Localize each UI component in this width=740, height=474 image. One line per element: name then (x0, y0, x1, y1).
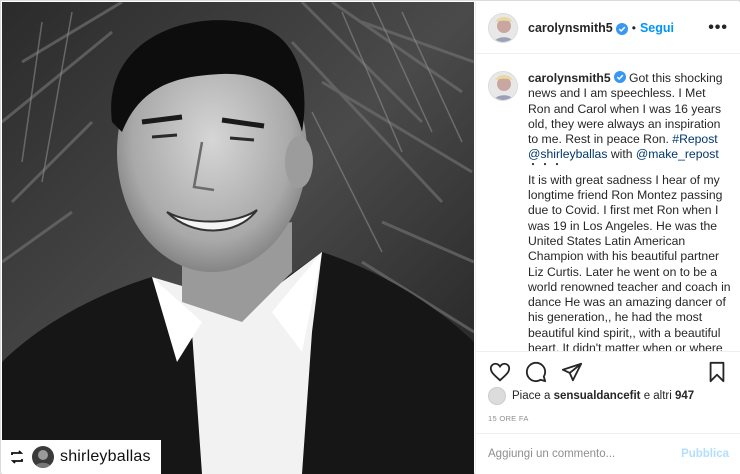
separator-dot: • (631, 20, 636, 35)
caption-dots: ・・・ (528, 159, 564, 171)
bookmark-icon[interactable] (705, 360, 729, 384)
caption-verified-icon (613, 71, 626, 83)
comment-icon[interactable] (524, 360, 548, 384)
repost-badge: shirleyballas (2, 440, 161, 474)
post-photo[interactable]: shirleyballas (2, 2, 474, 474)
caption-row: carolynsmith5 Got this shocking news and… (488, 71, 729, 163)
repost-icon (8, 448, 26, 466)
author-username[interactable]: carolynsmith5 (528, 21, 613, 35)
caption-text: carolynsmith5 Got this shocking news and… (528, 71, 728, 163)
liker-avatar (488, 387, 506, 405)
comment-input[interactable] (488, 448, 682, 460)
heart-icon[interactable] (488, 360, 512, 384)
paper-plane-icon[interactable] (560, 360, 584, 384)
likes-suffix: e altri (643, 390, 672, 402)
comments-area[interactable]: carolynsmith5 Got this shocking news and… (476, 55, 740, 351)
portrait-image (2, 2, 474, 474)
verified-badge-icon (615, 22, 628, 35)
post-timestamp[interactable]: 15 ORE FA (488, 414, 529, 423)
add-comment-bar: Pubblica (476, 433, 740, 474)
follow-button[interactable]: Segui (640, 21, 674, 35)
likes-prefix: Piace a (512, 390, 551, 402)
hashtag-repost[interactable]: #Repost (672, 132, 717, 146)
caption-with: with (610, 147, 633, 162)
mention-make-repost[interactable]: @make_repost (636, 147, 719, 161)
post-dialog: shirleyballas carolynsmith5 • Segui ••• … (0, 0, 740, 474)
action-bar (476, 351, 740, 391)
likes-count[interactable]: 947 (675, 390, 694, 402)
repost-handle: shirleyballas (60, 448, 151, 465)
post-side-panel: carolynsmith5 • Segui ••• carolynsmith5 … (475, 2, 740, 474)
likes-summary[interactable]: Piace a sensualdancefit e altri 947 (488, 387, 694, 405)
more-options-icon[interactable]: ••• (708, 19, 728, 37)
likes-user[interactable]: sensualdancefit (554, 390, 641, 402)
repost-avatar (32, 446, 54, 468)
caption-continued: It is with great sadness I hear of my lo… (528, 172, 731, 351)
author-avatar[interactable] (488, 12, 518, 43)
publish-button[interactable]: Pubblica (681, 448, 729, 460)
post-header: carolynsmith5 • Segui ••• (476, 2, 740, 54)
caption-username[interactable]: carolynsmith5 (528, 71, 611, 85)
caption-avatar[interactable] (488, 71, 518, 101)
